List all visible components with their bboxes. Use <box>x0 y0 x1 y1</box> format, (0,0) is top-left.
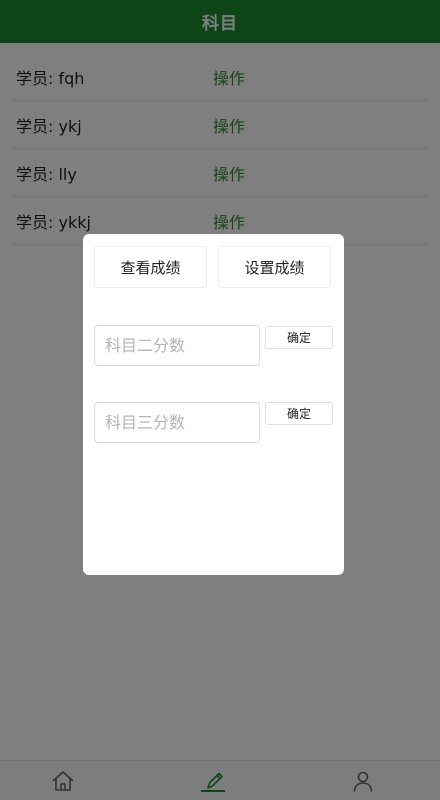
set-scores-button[interactable]: 设置成绩 <box>218 246 331 288</box>
subject2-score-input[interactable] <box>94 325 260 366</box>
confirm-subject3-button[interactable]: 确定 <box>265 402 333 425</box>
view-scores-button[interactable]: 查看成绩 <box>94 246 207 288</box>
score-modal: 查看成绩 设置成绩 确定 确定 <box>83 234 344 575</box>
confirm-subject2-button[interactable]: 确定 <box>265 326 333 349</box>
subject3-score-input[interactable] <box>94 402 260 443</box>
